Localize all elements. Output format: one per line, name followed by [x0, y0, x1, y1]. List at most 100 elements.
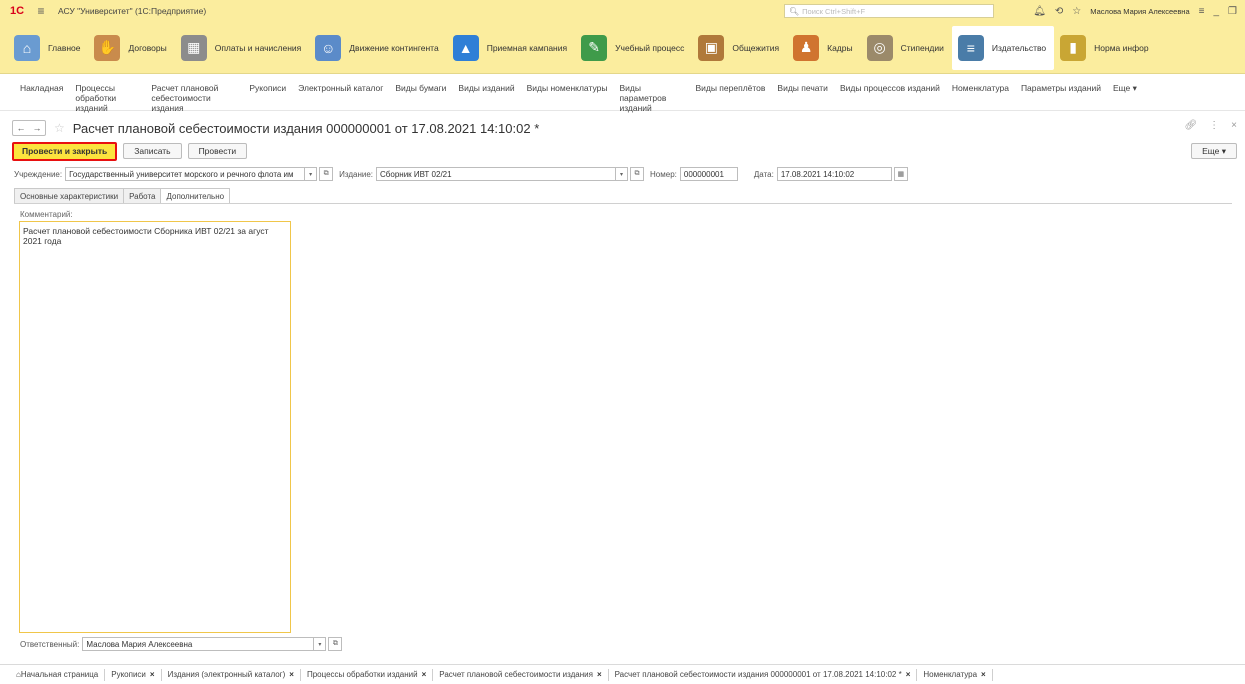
more-vertical-icon[interactable]: ⋮ — [1209, 120, 1219, 131]
open-window-tab[interactable]: Расчет плановой себестоимости издания × — [433, 668, 609, 681]
open-window-tab[interactable]: Процессы обработки изданий × — [301, 668, 434, 681]
form-tab[interactable]: Работа — [123, 188, 162, 203]
section-label: Стипендии — [900, 42, 944, 53]
section-staff[interactable]: ♟ Кадры — [787, 26, 860, 70]
edition-label: Издание: — [339, 169, 374, 179]
favorites-star-icon[interactable]: ☆ — [1072, 6, 1081, 17]
close-icon[interactable]: × — [289, 670, 294, 679]
more-actions-button[interactable]: Еще ▾ — [1191, 143, 1237, 159]
section-chalkboard[interactable]: ✎ Учебный процесс — [575, 26, 692, 70]
save-button[interactable]: Записать — [123, 143, 182, 159]
responsible-label: Ответственный: — [20, 639, 80, 649]
open-link-icon[interactable]: ⧉ — [319, 167, 334, 181]
back-forward-nav[interactable]: ← → — [12, 120, 46, 136]
open-window-label: Рукописи — [111, 670, 146, 679]
open-window-tab[interactable]: Издания (электронный каталог) × — [162, 668, 301, 681]
open-window-tab[interactable]: Рукописи × — [105, 668, 162, 681]
command-link[interactable]: Виды параметров изданий — [619, 83, 683, 113]
open-link-icon[interactable]: ⧉ — [630, 167, 645, 181]
chevron-down-icon[interactable]: ▾ — [305, 167, 318, 181]
section-home[interactable]: ⌂ Главное — [8, 26, 88, 70]
command-link[interactable]: Рукописи — [249, 83, 286, 93]
forward-arrow-icon[interactable]: → — [33, 123, 42, 133]
command-link[interactable]: Еще ▾ — [1113, 83, 1137, 93]
search-placeholder: Поиск Ctrl+Shift+F — [802, 6, 866, 16]
section-building[interactable]: ▣ Общежития — [692, 26, 787, 70]
close-icon[interactable]: × — [597, 670, 602, 679]
back-arrow-icon[interactable]: ← — [17, 123, 26, 133]
date-label: Дата: — [753, 169, 774, 179]
command-link[interactable]: Виды переплётов — [695, 83, 765, 93]
close-icon[interactable]: × — [150, 670, 155, 679]
command-link[interactable]: Виды печати — [777, 83, 828, 93]
minimize-icon[interactable]: _ — [1213, 6, 1219, 17]
responsible-field[interactable]: Маслова Мария Алексеевна — [82, 637, 315, 651]
calendar-icon[interactable]: ▦ — [893, 167, 908, 181]
command-link[interactable]: Виды изданий — [458, 83, 514, 93]
global-search-input[interactable]: 🔍︎ Поиск Ctrl+Shift+F — [784, 4, 994, 18]
command-link[interactable]: Электронный каталог — [298, 83, 383, 93]
section-chart-up[interactable]: ▲ Приемная кампания — [447, 26, 575, 70]
edition-field[interactable]: Сборник ИВТ 02/21 — [376, 167, 617, 181]
number-label: Номер: — [650, 169, 677, 179]
open-window-label: Начальная страница — [20, 670, 99, 679]
app-logo: 1С — [10, 5, 25, 17]
section-calculator[interactable]: ▦ Оплаты и начисления — [175, 26, 310, 70]
open-window-label: Расчет плановой себестоимости издания 00… — [614, 670, 902, 679]
title-bar: 1С ≡ АСУ "Университет" (1С:Предприятие) … — [0, 0, 1245, 22]
command-link[interactable]: Накладная — [20, 83, 63, 93]
open-window-label: Номенклатура — [923, 670, 978, 679]
section-coins[interactable]: ◎ Стипендии — [861, 26, 952, 70]
chalkboard-icon: ✎ — [581, 34, 608, 61]
command-link[interactable]: Расчет плановой себестоимости издания — [151, 83, 237, 113]
books-icon: ≡ — [957, 34, 984, 61]
section-person-move[interactable]: ☺ Движение контингента — [309, 26, 446, 70]
form-tab[interactable]: Основные характеристики — [14, 188, 125, 203]
open-window-label: Расчет плановой себестоимости издания — [439, 670, 593, 679]
settings-menu-icon[interactable]: ≡ — [1199, 6, 1205, 17]
institution-label: Учреждение: — [14, 169, 63, 179]
section-handshake[interactable]: ✋ Договоры — [88, 26, 174, 70]
history-icon[interactable]: ⟲ — [1055, 6, 1063, 17]
open-link-icon[interactable]: ⧉ — [328, 637, 343, 651]
current-user[interactable]: Маслова Мария Алексеевна — [1090, 7, 1189, 16]
close-icon[interactable]: × — [422, 670, 427, 679]
section-binder[interactable]: ▮ Норма инфор — [1054, 26, 1156, 70]
link-icon[interactable]: 🔗︎ — [1184, 120, 1197, 131]
close-icon[interactable]: × — [1231, 120, 1237, 131]
section-label: Кадры — [827, 42, 853, 53]
open-window-tab[interactable]: ⌂ Начальная страница — [10, 668, 106, 681]
command-link[interactable]: Номенклатура — [952, 83, 1009, 93]
command-link[interactable]: Виды номенклатуры — [527, 83, 608, 93]
chevron-down-icon[interactable]: ▾ — [314, 637, 327, 651]
restore-icon[interactable]: ❐ — [1228, 6, 1237, 17]
close-icon[interactable]: × — [981, 670, 986, 679]
number-field[interactable]: 000000001 — [679, 167, 738, 181]
open-window-tab[interactable]: Номенклатура × — [917, 668, 993, 681]
command-link[interactable]: Процессы обработки изданий — [75, 83, 139, 113]
favorite-star-icon[interactable]: ☆ — [54, 121, 65, 135]
comment-textarea[interactable]: Расчет плановой себестоимости Сборника И… — [19, 221, 291, 633]
command-link[interactable]: Виды бумаги — [395, 83, 446, 93]
section-label: Издательство — [991, 42, 1047, 53]
open-window-label: Процессы обработки изданий — [306, 670, 418, 679]
document-title: Расчет плановой себестоимости издания 00… — [72, 120, 540, 136]
command-link[interactable]: Параметры изданий — [1021, 83, 1101, 93]
section-books[interactable]: ≡ Издательство — [951, 25, 1055, 70]
command-link[interactable]: Виды процессов изданий — [840, 83, 940, 93]
form-tab[interactable]: Дополнительно — [160, 188, 231, 204]
section-label: Норма инфор — [1094, 42, 1149, 53]
chevron-down-icon[interactable]: ▾ — [616, 167, 629, 181]
date-field[interactable]: 17.08.2021 14:10:02 — [776, 167, 892, 181]
institution-field[interactable]: Государственный университет морского и р… — [65, 167, 306, 181]
post-and-close-button[interactable]: Провести и закрыть — [12, 141, 118, 161]
comment-label: Комментарий: — [20, 210, 73, 219]
close-icon[interactable]: × — [906, 670, 911, 679]
hamburger-menu-icon[interactable]: ≡ — [34, 4, 48, 18]
sections-panel: ⌂ Главное ✋ Договоры ▦ Оплаты и начисления ☺ Дв… — [0, 22, 1245, 74]
section-label: Движение контингента — [349, 42, 439, 53]
post-button[interactable]: Провести — [187, 143, 248, 159]
form-tabs: Основные характеристики Работа Дополнитель… — [14, 188, 231, 204]
bell-icon[interactable]: 🔔︎ — [1033, 6, 1046, 17]
open-window-tab[interactable]: Расчет плановой себестоимости издания 00… — [608, 668, 918, 681]
